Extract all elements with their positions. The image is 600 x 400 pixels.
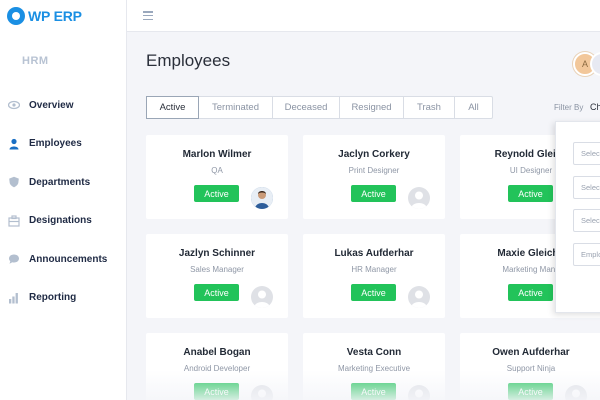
employee-role: Sales Manager xyxy=(190,265,244,274)
employee-card[interactable]: Jaclyn Corkery Print Designer Active xyxy=(303,135,445,219)
default-avatar-icon xyxy=(408,385,430,400)
employee-name[interactable]: Owen Aufderhar xyxy=(460,347,600,358)
user-icon xyxy=(8,138,20,150)
status-badge[interactable]: Active xyxy=(194,383,239,400)
employee-card[interactable]: Lukas Aufderhar HR Manager Active xyxy=(303,234,445,318)
filter-select-3[interactable]: Selec xyxy=(573,209,600,232)
tab-resigned[interactable]: Resigned xyxy=(340,97,404,118)
page-title: Employees xyxy=(146,51,231,70)
employee-name[interactable]: Lukas Aufderhar xyxy=(303,248,445,259)
tab-all[interactable]: All xyxy=(455,97,492,118)
sidebar-item-label: Designations xyxy=(29,215,92,227)
employee-name[interactable]: Anabel Bogan xyxy=(146,347,288,358)
sidebar-item-designations[interactable]: Designations xyxy=(0,202,127,241)
sidebar-item-label: Employees xyxy=(29,138,82,150)
employee-card[interactable]: Owen Aufderhar Support Ninja Active xyxy=(460,333,600,400)
employee-role: Android Developer xyxy=(183,364,251,373)
employee-role: Marketing Executive xyxy=(337,364,411,373)
logo-text: WP ERP xyxy=(28,8,82,24)
filter-toggle[interactable]: Ch xyxy=(590,102,600,112)
employee-card[interactable]: Marlon Wilmer QA Active xyxy=(146,135,288,219)
default-avatar-icon xyxy=(251,286,273,308)
eye-icon xyxy=(8,99,20,111)
sidebar-item-reporting[interactable]: Reporting xyxy=(0,279,127,318)
default-avatar-icon xyxy=(565,385,587,400)
status-badge[interactable]: Active xyxy=(351,383,396,400)
sidebar-item-departments[interactable]: Departments xyxy=(0,163,127,202)
topbar xyxy=(127,0,600,32)
status-badge[interactable]: Active xyxy=(351,284,396,301)
tab-deceased[interactable]: Deceased xyxy=(273,97,340,118)
employee-name[interactable]: Jazlyn Schinner xyxy=(146,248,288,259)
default-avatar-icon xyxy=(408,286,430,308)
hamburger-menu-icon[interactable] xyxy=(143,11,153,20)
sidebar-nav: Overview Employees Departments Designati… xyxy=(0,86,127,317)
status-badge[interactable]: Active xyxy=(508,284,553,301)
tab-terminated[interactable]: Terminated xyxy=(199,97,273,118)
logo-icon xyxy=(7,7,25,25)
tab-active[interactable]: Active xyxy=(146,96,199,119)
filter-panel: Selec Selec Selec Emplo xyxy=(555,121,600,313)
sidebar: WP ERP HRM Overview Employees Department… xyxy=(0,0,127,400)
employee-card[interactable]: Anabel Bogan Android Developer Active xyxy=(146,333,288,400)
employee-name[interactable]: Marlon Wilmer xyxy=(146,149,288,160)
employee-avatar xyxy=(251,187,273,209)
logo[interactable]: WP ERP xyxy=(7,6,82,26)
employee-role: Support Ninja xyxy=(506,364,556,373)
employee-role: QA xyxy=(211,166,223,175)
sidebar-item-label: Overview xyxy=(29,99,74,111)
default-avatar-icon xyxy=(408,187,430,209)
sidebar-item-label: Departments xyxy=(29,176,91,188)
status-badge[interactable]: Active xyxy=(508,383,553,400)
status-badge[interactable]: Active xyxy=(351,185,396,202)
filter-select-1[interactable]: Selec xyxy=(573,142,600,165)
employee-name[interactable]: Jaclyn Corkery xyxy=(303,149,445,160)
employee-card[interactable]: Vesta Conn Marketing Executive Active xyxy=(303,333,445,400)
sidebar-item-label: Announcements xyxy=(29,253,108,265)
employee-role: HR Manager xyxy=(351,265,397,274)
employee-card[interactable]: Jazlyn Schinner Sales Manager Active xyxy=(146,234,288,318)
shield-icon xyxy=(8,176,20,188)
sidebar-item-label: Reporting xyxy=(29,292,77,304)
sidebar-item-overview[interactable]: Overview xyxy=(0,86,127,125)
tab-trash[interactable]: Trash xyxy=(404,97,455,118)
module-title: HRM xyxy=(22,55,49,67)
status-badge[interactable]: Active xyxy=(194,284,239,301)
employee-role: Print Designer xyxy=(348,166,400,175)
default-avatar-icon xyxy=(251,385,273,400)
filter-label: Filter By xyxy=(554,103,584,112)
building-icon xyxy=(8,215,20,227)
sidebar-item-announcements[interactable]: Announcements xyxy=(0,240,127,279)
filter-employee-input[interactable]: Emplo xyxy=(573,243,600,266)
status-tabs: Active Terminated Deceased Resigned Tras… xyxy=(146,96,493,119)
status-badge[interactable]: Active xyxy=(508,185,553,202)
chat-icon xyxy=(8,253,20,265)
employee-name[interactable]: Vesta Conn xyxy=(303,347,445,358)
chart-icon xyxy=(8,292,20,304)
filter-select-2[interactable]: Selec xyxy=(573,176,600,199)
sidebar-item-employees[interactable]: Employees xyxy=(0,125,127,164)
status-badge[interactable]: Active xyxy=(194,185,239,202)
